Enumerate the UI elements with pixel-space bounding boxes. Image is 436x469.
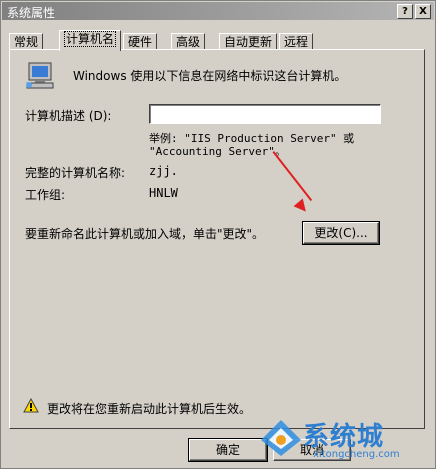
help-button[interactable]: ? bbox=[397, 4, 413, 19]
rename-instruction: 要重新命名此计算机或加入域，单击"更改"。 bbox=[25, 227, 265, 241]
ok-button[interactable]: 确定 bbox=[188, 438, 268, 462]
close-button[interactable]: X bbox=[415, 4, 431, 19]
watermark-logo-icon bbox=[261, 420, 301, 456]
tab-computer-name-label: 计算机名 bbox=[64, 31, 117, 47]
tab-remote[interactable]: 远程 bbox=[279, 33, 314, 50]
full-computer-name-value: zjj. bbox=[149, 164, 178, 178]
intro-text: Windows 使用以下信息在网络中标识这台计算机。 bbox=[73, 69, 347, 83]
system-properties-dialog: 系统属性 ? X 常规 计算机名 硬件 高级 自动更新 远程 Windows 使… bbox=[0, 0, 436, 469]
computer-description-input[interactable] bbox=[149, 104, 381, 124]
tab-general[interactable]: 常规 bbox=[9, 33, 44, 50]
watermark-brand: 系统城 bbox=[303, 422, 385, 452]
tab-automatic-updates[interactable]: 自动更新 bbox=[219, 33, 278, 50]
change-button[interactable]: 更改(C)... bbox=[302, 221, 380, 245]
workgroup-value: HNLW bbox=[149, 186, 178, 200]
full-computer-name-label: 完整的计算机名称: bbox=[25, 166, 126, 180]
description-label: 计算机描述 (D): bbox=[25, 109, 112, 123]
warning-icon bbox=[23, 398, 39, 413]
tab-computer-name[interactable]: 计算机名 bbox=[59, 30, 122, 51]
watermark: 系统城 xitongcheng.com bbox=[259, 416, 429, 464]
tab-advanced[interactable]: 高级 bbox=[171, 33, 206, 50]
tab-hardware[interactable]: 硬件 bbox=[123, 33, 158, 50]
example-line-2: "Accounting Server"。 bbox=[149, 145, 286, 158]
window-title: 系统属性 bbox=[7, 6, 56, 20]
watermark-url: xitongcheng.com bbox=[313, 449, 400, 460]
restart-warning: 更改将在您重新启动此计算机后生效。 bbox=[47, 402, 252, 416]
title-bar[interactable]: 系统属性 ? X bbox=[2, 2, 434, 20]
computer-icon bbox=[26, 62, 54, 89]
workgroup-label: 工作组: bbox=[25, 188, 66, 202]
